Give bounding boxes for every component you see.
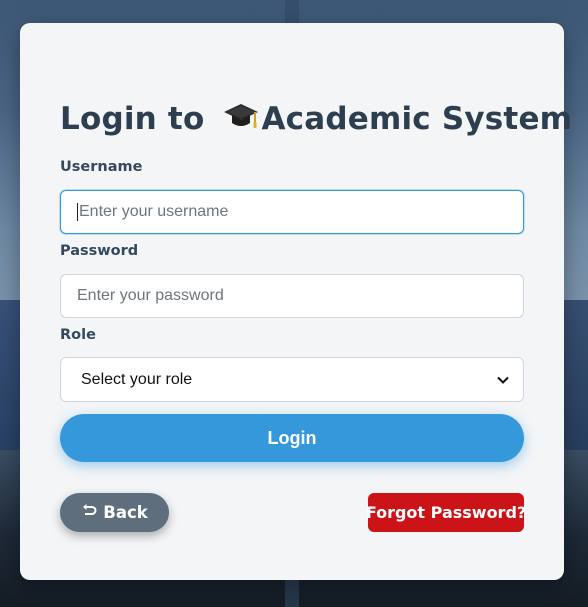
text-caret xyxy=(77,203,78,221)
chevron-down-icon xyxy=(497,371,509,389)
back-label: Back xyxy=(103,503,148,522)
return-arrow-icon xyxy=(81,503,97,523)
password-label: Password xyxy=(60,243,139,259)
role-select[interactable]: Select your role xyxy=(60,357,524,402)
login-card: Login to Academic System Username Enter … xyxy=(20,23,572,580)
role-selected-value: Select your role xyxy=(81,370,193,388)
page-title: Login to Academic System xyxy=(60,101,572,141)
username-label: Username xyxy=(60,159,143,175)
role-label: Role xyxy=(60,327,96,343)
graduation-cap-icon xyxy=(223,101,259,141)
login-button[interactable]: Login xyxy=(60,414,524,462)
password-input[interactable]: Enter your password xyxy=(60,274,524,318)
title-suffix: Academic System xyxy=(261,101,573,137)
username-placeholder: Enter your username xyxy=(79,203,229,220)
title-prefix: Login to xyxy=(60,101,216,137)
username-input[interactable]: Enter your username xyxy=(60,190,524,234)
back-button[interactable]: Back xyxy=(60,493,169,532)
forgot-password-button[interactable]: Forgot Password? xyxy=(366,493,526,532)
password-placeholder: Enter your password xyxy=(77,287,224,304)
